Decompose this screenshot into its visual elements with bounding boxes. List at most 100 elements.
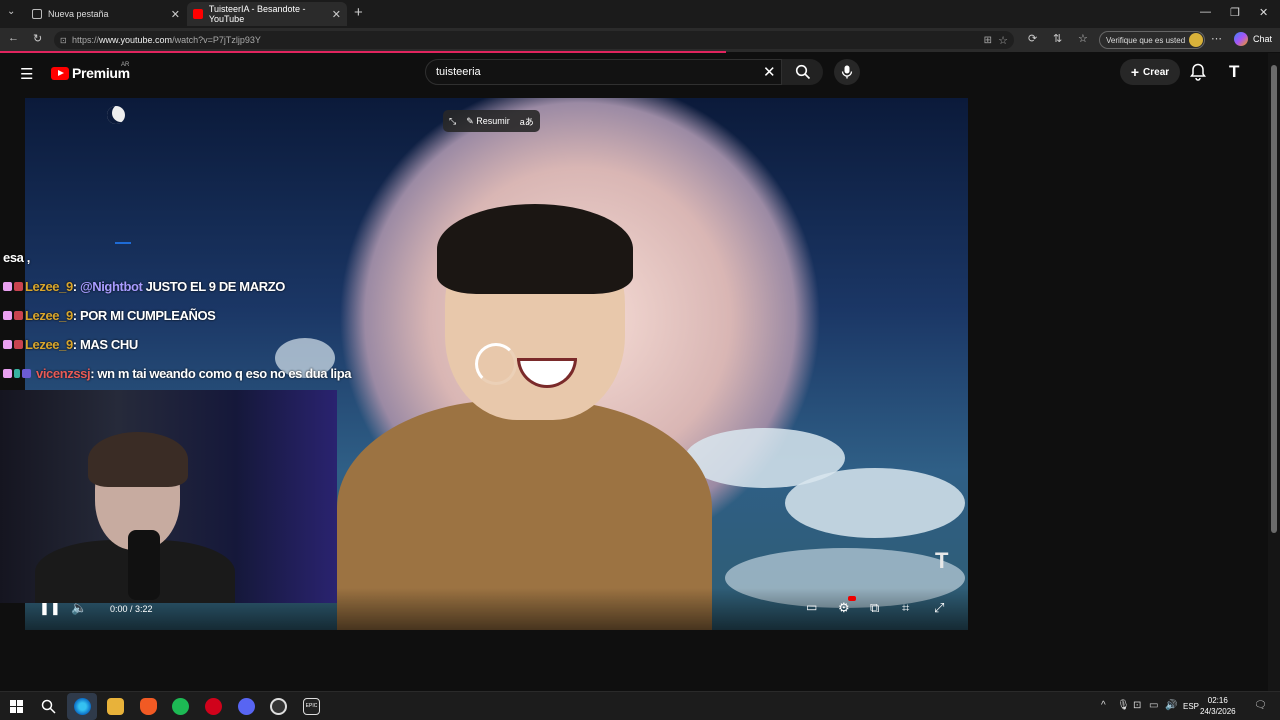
edge-icon[interactable] bbox=[74, 698, 91, 715]
search-icon bbox=[795, 64, 810, 80]
clear-search-icon[interactable]: ✕ bbox=[763, 63, 776, 81]
opera-icon[interactable] bbox=[205, 698, 222, 715]
network-icon[interactable]: ▭ bbox=[1149, 700, 1158, 711]
clock-time: 02:16 bbox=[1207, 696, 1228, 705]
new-tab-icon[interactable]: + bbox=[354, 4, 363, 21]
youtube-icon bbox=[193, 9, 203, 19]
streamer-figure bbox=[337, 204, 712, 630]
notifications-bell-icon[interactable] bbox=[1190, 63, 1206, 81]
collections-icon[interactable]: ⇅ bbox=[1053, 32, 1062, 45]
loading-spinner bbox=[475, 343, 517, 385]
discord-icon[interactable] bbox=[238, 698, 255, 715]
close-window-icon[interactable]: ✕ bbox=[1259, 6, 1268, 19]
search-button[interactable] bbox=[782, 59, 823, 85]
chat-text: MAS CHU bbox=[79, 337, 138, 352]
chat-text: JUSTO EL 9 DE MARZO bbox=[145, 279, 286, 294]
search-input[interactable]: tuisteeria bbox=[425, 59, 782, 85]
minimize-icon[interactable]: — bbox=[1200, 6, 1211, 18]
favorite-star-icon[interactable]: ☆ bbox=[998, 34, 1008, 47]
avatar bbox=[1189, 33, 1204, 47]
copilot-icon[interactable] bbox=[1234, 32, 1248, 46]
youtube-logo[interactable]: Premium AR bbox=[51, 62, 130, 81]
voice-search-button[interactable] bbox=[834, 59, 860, 85]
windows-start-icon[interactable] bbox=[10, 700, 23, 713]
site-info-icon[interactable]: ⊡ bbox=[60, 36, 67, 45]
browser-toolbar: ← ↻ ⊡ https://www.youtube.com/watch?v=P7… bbox=[0, 28, 1280, 52]
back-icon[interactable]: ← bbox=[8, 32, 19, 44]
create-button[interactable]: + Crear bbox=[1120, 59, 1180, 85]
restore-icon[interactable]: ❐ bbox=[1230, 6, 1240, 19]
obs-icon[interactable] bbox=[270, 698, 287, 715]
language-indicator[interactable]: ESP bbox=[1183, 702, 1199, 711]
search-icon[interactable] bbox=[41, 699, 56, 714]
brave-icon[interactable] bbox=[140, 698, 157, 715]
translate-icon[interactable]: aあ bbox=[520, 115, 534, 128]
settings-gear-icon[interactable]: ⚙ bbox=[838, 600, 850, 616]
chat-message: Lezee_9 : @Nightbot JUSTO EL 9 DE MARZO bbox=[3, 279, 285, 294]
favorites-icon[interactable]: ☆ bbox=[1078, 32, 1088, 45]
tab-list-icon[interactable]: ⌄ bbox=[7, 6, 15, 17]
file-explorer-icon[interactable] bbox=[107, 698, 124, 715]
mod-badge-icon bbox=[14, 311, 23, 320]
chat-message: Lezee_9 : POR MI CUMPLEAÑOS bbox=[3, 308, 216, 323]
verify-profile-button[interactable]: Verifique que es usted bbox=[1099, 31, 1205, 49]
chat-message: esa , bbox=[3, 250, 30, 265]
pip-icon[interactable]: ⤡ bbox=[449, 116, 456, 127]
url-domain: www.youtube.com bbox=[99, 35, 173, 45]
app-available-icon[interactable]: ⊞ bbox=[984, 35, 992, 46]
close-tab-icon[interactable]: ✕ bbox=[171, 8, 180, 21]
chat-text: wn m tai weando como q eso no es dua lip… bbox=[97, 366, 352, 381]
video-summary-bar: ⤡ ✎ Resumir aあ bbox=[443, 110, 540, 132]
scrollbar-thumb[interactable] bbox=[1271, 65, 1277, 533]
country-code: AR bbox=[121, 62, 130, 68]
refresh-icon[interactable]: ↻ bbox=[33, 32, 42, 45]
copilot-chat-label[interactable]: Chat bbox=[1253, 34, 1272, 44]
epic-games-icon[interactable]: EPIC bbox=[303, 698, 320, 715]
close-tab-icon[interactable]: ✕ bbox=[332, 8, 341, 21]
chat-text: esa , bbox=[3, 250, 30, 265]
url-prefix: https:// bbox=[72, 35, 100, 45]
chat-username: Lezee_9 bbox=[25, 337, 73, 352]
cloud bbox=[785, 468, 965, 538]
capture-tray-icon[interactable]: ⊡ bbox=[1133, 700, 1141, 711]
webcam-hair bbox=[88, 432, 188, 487]
tab-youtube[interactable]: TuisteerIA - Besandote - YouTube ✕ bbox=[187, 2, 347, 26]
chat-mention: @Nightbot bbox=[79, 279, 143, 294]
theater-mode-icon[interactable]: ⧉ bbox=[870, 600, 879, 616]
url-path: /watch?v=P7jTzljp93Y bbox=[172, 35, 261, 45]
account-avatar[interactable]: T bbox=[1229, 62, 1239, 82]
windows-taskbar: EPIC ^ 🎙 ⊡ ▭ 🔊 ESP 02:16 24/3/2026 🗨 bbox=[0, 691, 1280, 720]
system-clock[interactable]: 02:16 24/3/2026 bbox=[1200, 695, 1236, 717]
notifications-icon[interactable]: 🗨 bbox=[1254, 700, 1267, 711]
webcam-overlay bbox=[0, 390, 337, 603]
menu-icon[interactable]: ☰ bbox=[20, 65, 33, 83]
heart-badge-icon bbox=[3, 340, 12, 349]
page-icon bbox=[32, 9, 42, 19]
chat-username: Lezee_9 bbox=[25, 279, 73, 294]
tab-new-tab[interactable]: Nueva pestaña ✕ bbox=[26, 2, 186, 26]
microphone-tray-icon[interactable]: 🎙 bbox=[1117, 700, 1130, 711]
channel-watermark[interactable]: T bbox=[935, 548, 948, 574]
hair bbox=[437, 204, 633, 294]
subtitles-icon[interactable]: ▭ bbox=[806, 600, 817, 614]
spotify-icon[interactable] bbox=[172, 698, 189, 715]
extensions-icon[interactable]: ⟳ bbox=[1028, 32, 1037, 45]
summarize-button[interactable]: ✎ Resumir bbox=[466, 116, 510, 127]
page-scrollbar[interactable] bbox=[1268, 53, 1280, 691]
fullscreen-icon[interactable]: ⤢ bbox=[934, 600, 944, 616]
heart-badge-icon bbox=[3, 282, 12, 291]
more-icon[interactable]: ⋯ bbox=[1211, 32, 1222, 45]
mod-badge-icon bbox=[14, 340, 23, 349]
time-display: 0:00 / 3:22 bbox=[110, 604, 153, 614]
chat-message: vicenzssj : wn m tai weando como q eso n… bbox=[3, 366, 352, 381]
show-hidden-icons-icon[interactable]: ^ bbox=[1101, 700, 1106, 711]
hd-badge bbox=[848, 596, 856, 601]
address-bar[interactable]: ⊡ https://www.youtube.com/watch?v=P7jTzl… bbox=[54, 31, 1014, 49]
mod-badge-icon bbox=[14, 282, 23, 291]
volume-tray-icon[interactable]: 🔊 bbox=[1165, 700, 1177, 711]
browser-tab-strip: ⌄ Nueva pestaña ✕ TuisteerIA - Besandote… bbox=[0, 0, 1280, 28]
crescent-moon bbox=[107, 106, 125, 124]
cast-icon[interactable]: ⌗ bbox=[902, 600, 909, 616]
summarize-label: Resumir bbox=[476, 115, 510, 126]
chat-message: Lezee_9 : MAS CHU bbox=[3, 337, 138, 352]
